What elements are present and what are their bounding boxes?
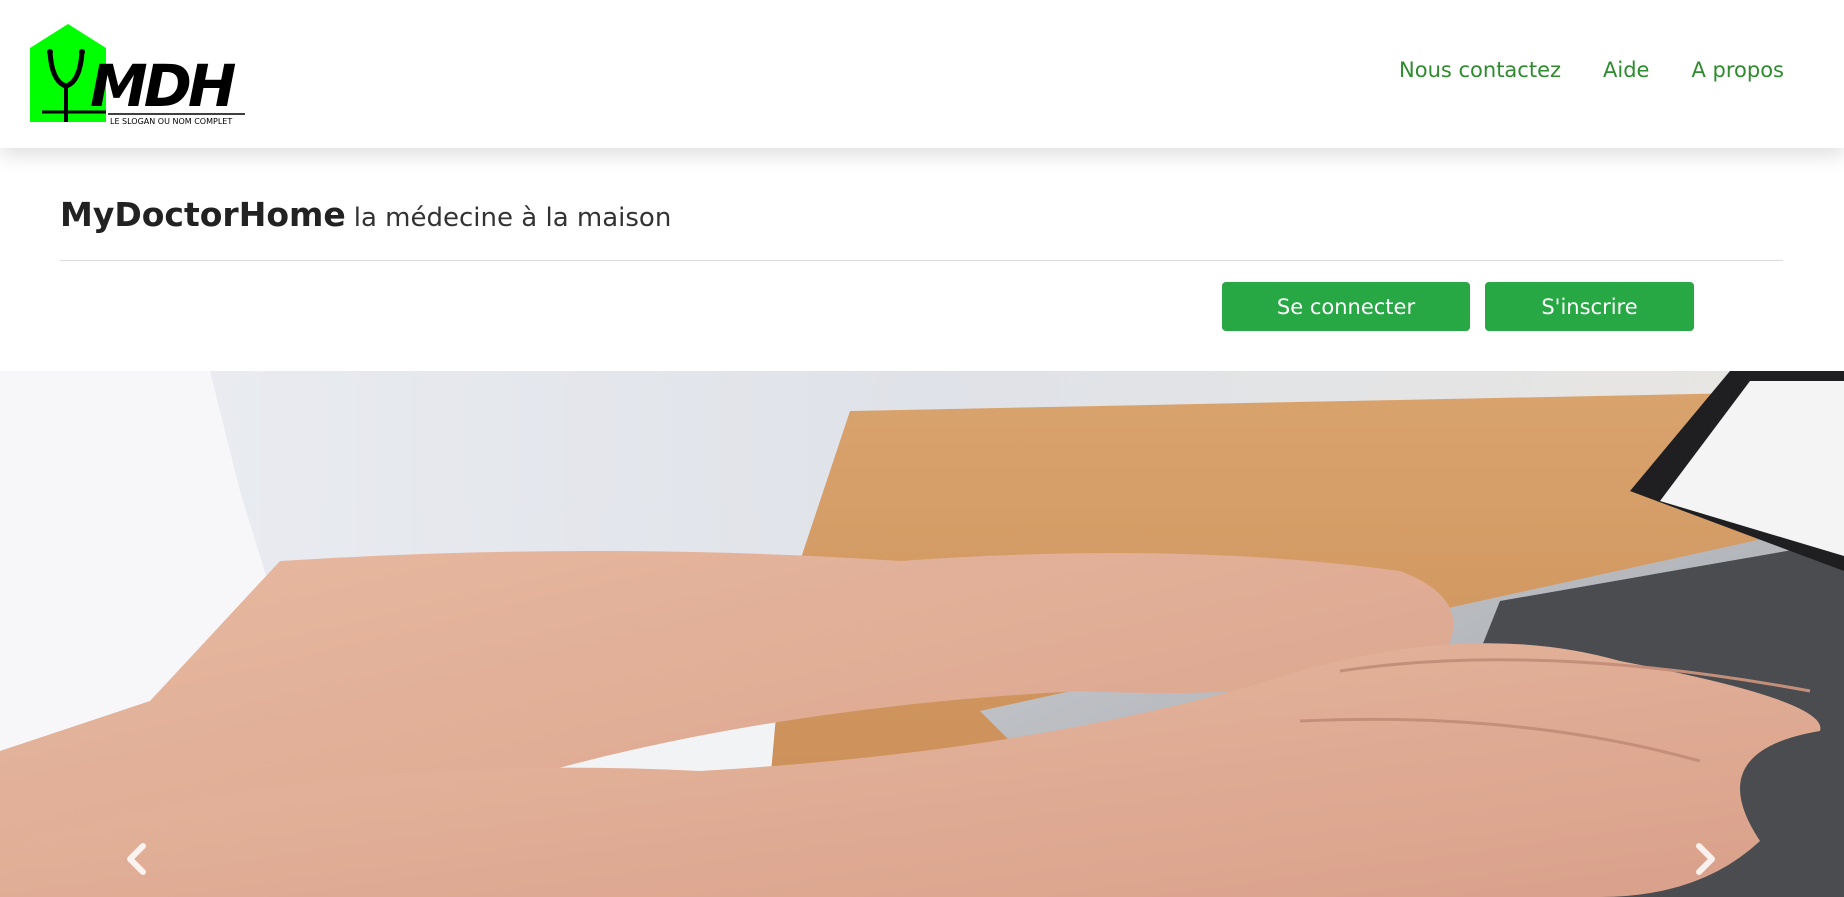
login-button[interactable]: Se connecter [1222, 282, 1470, 331]
nav-link-contact[interactable]: Nous contactez [1399, 58, 1561, 82]
logo-tagline: LE SLOGAN OU NOM COMPLET [110, 117, 232, 126]
nav-link-about[interactable]: A propos [1691, 58, 1784, 82]
mdh-logo-image: MDH LE SLOGAN OU NOM COMPLET [30, 24, 245, 126]
nav-links: Nous contactez Aide A propos [1399, 58, 1784, 82]
hero-carousel [0, 371, 1844, 897]
page-title: MyDoctorHome [60, 195, 346, 234]
auth-buttons: Se connecter S'inscrire [1222, 282, 1694, 331]
signup-button[interactable]: S'inscrire [1485, 282, 1694, 331]
chevron-right-icon [1696, 843, 1715, 875]
carousel-image [0, 371, 1844, 897]
carousel-prev-button[interactable] [116, 839, 156, 879]
mdh-logo[interactable]: MDH LE SLOGAN OU NOM COMPLET [30, 24, 245, 126]
top-navbar: MDH LE SLOGAN OU NOM COMPLET Nous contac… [0, 0, 1844, 148]
svg-text:MDH: MDH [90, 52, 236, 120]
chevron-left-icon [127, 843, 146, 875]
carousel-next-button[interactable] [1686, 839, 1726, 879]
page-header: MyDoctorHome la médecine à la maison [60, 195, 1783, 261]
page-subtitle: la médecine à la maison [353, 203, 672, 233]
nav-link-help[interactable]: Aide [1603, 58, 1649, 82]
